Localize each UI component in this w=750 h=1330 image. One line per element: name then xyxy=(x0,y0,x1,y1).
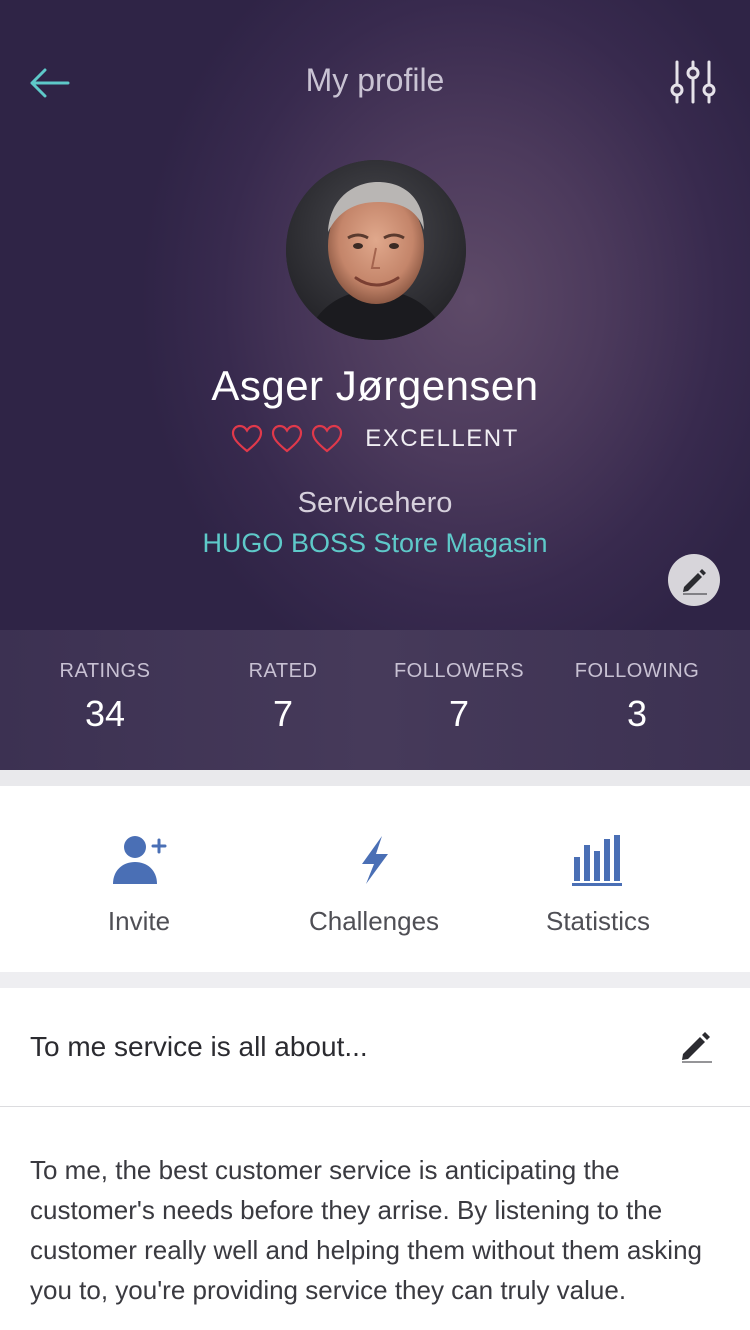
store-link[interactable]: HUGO BOSS Store Magasin xyxy=(0,528,750,559)
stat-value: 7 xyxy=(448,693,470,734)
profile-photo xyxy=(286,160,466,340)
lightning-icon xyxy=(362,836,388,884)
divider xyxy=(0,972,750,988)
heart-icon xyxy=(232,424,263,453)
stat-value: 7 xyxy=(272,693,294,734)
rating-label: EXCELLENT xyxy=(365,425,519,452)
profile-header: My profile Asger Jørgensen EXCELLENT Ser… xyxy=(0,0,750,630)
stat-label: FOLLOWERS xyxy=(393,660,525,682)
statistics-button[interactable]: Statistics xyxy=(498,832,698,937)
edit-profile-button[interactable] xyxy=(668,554,720,606)
action-bar: Invite Challenges Statistics xyxy=(0,786,750,972)
user-name: Asger Jørgensen xyxy=(211,362,539,409)
rating-hearts xyxy=(231,424,343,454)
stat-value: 34 xyxy=(84,693,126,734)
stat-ratings[interactable]: RATINGS 34 xyxy=(15,660,195,735)
user-role: Servicehero xyxy=(297,487,453,519)
pencil-icon xyxy=(682,1032,712,1063)
divider xyxy=(0,770,750,786)
stat-label: RATED xyxy=(248,660,318,682)
stats-bar: RATINGS 34 RATED 7 FOLLOWERS 7 FOLLOWING… xyxy=(0,630,750,770)
about-text: To me, the best customer service is anti… xyxy=(30,1155,703,1305)
bar-chart-icon xyxy=(572,835,622,886)
stat-label: RATINGS xyxy=(59,660,151,682)
about-section-header: To me service is all about... xyxy=(0,988,750,1107)
invite-button[interactable]: Invite xyxy=(39,832,239,937)
stat-value: 3 xyxy=(626,693,648,734)
heart-icon xyxy=(312,424,343,453)
heart-icon xyxy=(272,424,303,453)
stat-rated[interactable]: RATED 7 xyxy=(193,660,373,735)
avatar[interactable] xyxy=(286,160,466,340)
challenges-button[interactable]: Challenges xyxy=(274,832,474,937)
edit-about-button[interactable] xyxy=(678,1028,714,1064)
stat-following[interactable]: FOLLOWING 3 xyxy=(547,660,727,735)
stat-label: FOLLOWING xyxy=(574,660,700,682)
action-label: Challenges xyxy=(308,906,440,936)
add-user-icon xyxy=(113,836,167,884)
settings-button[interactable] xyxy=(670,58,716,106)
action-label: Invite xyxy=(107,906,171,936)
sliders-icon xyxy=(670,60,716,104)
about-title: To me service is all about... xyxy=(30,1031,368,1062)
action-label: Statistics xyxy=(545,906,651,936)
rating-row: EXCELLENT xyxy=(0,424,750,454)
pencil-icon xyxy=(683,569,707,595)
stat-followers[interactable]: FOLLOWERS 7 xyxy=(369,660,549,735)
page-title: My profile xyxy=(305,62,445,98)
